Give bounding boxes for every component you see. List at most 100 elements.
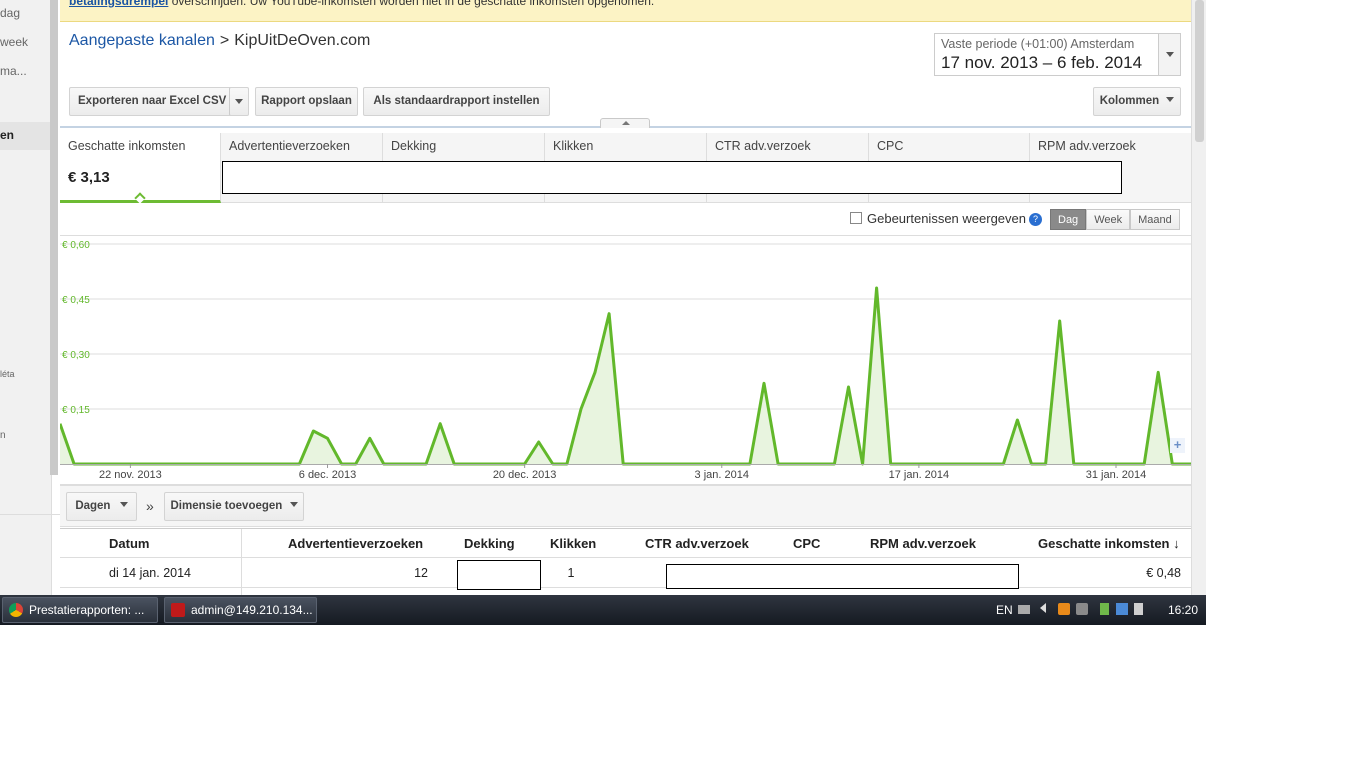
date-range-dropdown-button[interactable]: [1158, 34, 1180, 75]
add-annotation-plus-icon[interactable]: +: [1170, 438, 1185, 453]
date-range-value: 17 nov. 2013 – 6 feb. 2014: [941, 53, 1143, 72]
sidebar-item-day[interactable]: dag: [0, 6, 20, 20]
column-header-cpc[interactable]: CPC: [793, 529, 820, 559]
columns-button[interactable]: Kolommen: [1093, 87, 1181, 116]
taskbar-filezilla-task[interactable]: admin@149.210.134...: [164, 597, 317, 623]
set-default-report-button[interactable]: Als standaardrapport instellen: [363, 87, 550, 116]
y-tick-label: € 0,60: [62, 240, 90, 251]
column-header-earnings[interactable]: Geschatte inkomsten ↓: [1038, 529, 1180, 559]
redacted-metrics-cells-box: [666, 564, 1019, 589]
column-header-coverage[interactable]: Dekking: [464, 529, 515, 559]
earnings-chart-svg: € 0,60 € 0,45 € 0,30 € 0,15 22 nov. 2013 6 de…: [60, 235, 1191, 485]
sidebar-item-leta[interactable]: léta: [0, 369, 15, 379]
show-hidden-icons-icon[interactable]: [1040, 603, 1046, 613]
metrics-row: Geschatte inkomsten € 3,13 Advertentieve…: [60, 133, 1191, 204]
events-label: Gebeurtenissen weergeven: [867, 211, 1026, 226]
y-tick-label: € 0,30: [62, 350, 90, 361]
redacted-metrics-box: [222, 161, 1122, 194]
taskbar-filezilla-label: admin@149.210.134...: [191, 603, 313, 617]
x-tick-label: 17 jan. 2014: [889, 469, 950, 481]
chevron-down-icon: [235, 99, 243, 104]
screen: dag week ma... en léta n betalingsdrempe…: [0, 0, 1206, 625]
sidebar-item-active[interactable]: en: [0, 128, 14, 142]
table-header-row: Datum Advertentieverzoeken Dekking Klikk…: [60, 528, 1191, 559]
metric-label: Klikken: [553, 139, 594, 153]
days-dimension-label: Dagen: [75, 500, 111, 512]
show-events-toggle[interactable]: Gebeurtenissen weergeven?: [850, 211, 1042, 226]
volume-icon[interactable]: [1134, 603, 1143, 615]
selected-metric-indicator: [134, 192, 146, 204]
granularity-toggle: Dag Week Maand: [1050, 209, 1180, 230]
column-header-ctr[interactable]: CTR adv.verzoek: [645, 529, 749, 559]
breadcrumb-parent-link[interactable]: Aangepaste kanalen: [69, 32, 215, 49]
chevron-down-icon: [1166, 52, 1174, 57]
columns-label: Kolommen: [1099, 95, 1160, 107]
column-header-requests[interactable]: Advertentieverzoeken: [288, 529, 423, 559]
export-csv-label: Exporteren naar Excel CSV: [78, 95, 227, 107]
system-tray: EN 16:20: [996, 595, 1206, 625]
tray-app-icon[interactable]: [1058, 603, 1070, 615]
chevron-down-icon: [289, 502, 298, 507]
column-header-rpm[interactable]: RPM adv.verzoek: [870, 529, 976, 559]
sidebar-item-month[interactable]: ma...: [0, 64, 27, 78]
y-tick-label: € 0,45: [62, 295, 90, 306]
dimension-bar: Dagen » Dimensie toevoegen: [60, 485, 1191, 527]
chrome-icon: [9, 603, 23, 617]
metric-label: Geschatte inkomsten: [68, 139, 186, 153]
date-column-divider: [60, 529, 242, 559]
keyboard-icon[interactable]: [1018, 605, 1030, 614]
granularity-month-button[interactable]: Maand: [1130, 209, 1180, 230]
metric-label: Dekking: [391, 139, 437, 153]
cell-requests: 12: [414, 566, 428, 580]
x-tick-label: 31 jan. 2014: [1086, 469, 1147, 481]
chevron-down-icon: [119, 502, 128, 507]
clock[interactable]: 16:20: [1168, 595, 1198, 625]
network-icon[interactable]: [1116, 603, 1128, 615]
metric-label: RPM adv.verzoek: [1038, 139, 1136, 153]
date-range-picker[interactable]: Vaste periode (+01:00) Amsterdam 17 nov.…: [934, 33, 1181, 76]
x-tick-label: 6 dec. 2013: [299, 469, 357, 481]
taskbar-chrome-task[interactable]: Prestatierapporten: ...: [2, 597, 158, 623]
series-area: [60, 288, 1191, 464]
x-tick-label: 20 dec. 2013: [493, 469, 557, 481]
table-row[interactable]: di 14 jan. 2014 12 1 € 0,48: [60, 558, 1191, 588]
notice-link[interactable]: betalingsdrempel: [69, 0, 168, 8]
granularity-week-button[interactable]: Week: [1086, 209, 1131, 230]
add-dimension-label: Dimensie toevoegen: [170, 500, 283, 512]
export-options-dropdown[interactable]: [229, 87, 249, 116]
sidebar-scrollbar[interactable]: [50, 0, 58, 475]
x-tick-label: 3 jan. 2014: [695, 469, 749, 481]
help-icon[interactable]: ?: [1029, 213, 1042, 226]
notice-text: overschrijden. Uw YouTube-inkomsten word…: [168, 0, 655, 8]
metric-estimated-earnings[interactable]: Geschatte inkomsten € 3,13: [60, 133, 221, 204]
sidebar-item-n[interactable]: n: [0, 430, 6, 441]
granularity-day-button[interactable]: Dag: [1050, 209, 1087, 230]
battery-icon[interactable]: [1100, 603, 1109, 615]
tray-mail-icon[interactable]: [1076, 603, 1088, 615]
days-dimension-dropdown[interactable]: Dagen: [66, 492, 137, 521]
column-header-date[interactable]: Datum: [109, 529, 149, 559]
collapse-toolbar-button[interactable]: [600, 118, 650, 128]
metric-value: € 3,13: [68, 169, 110, 186]
chevron-down-icon: [1166, 97, 1175, 102]
export-csv-button[interactable]: Exporteren naar Excel CSV: [69, 87, 235, 116]
breadcrumb-separator: >: [219, 32, 230, 49]
sidebar-divider: [0, 514, 60, 515]
taskbar-chrome-label: Prestatierapporten: ...: [29, 603, 145, 617]
filezilla-icon: [171, 603, 185, 617]
page-scrollbar-thumb[interactable]: [1195, 0, 1204, 142]
add-dimension-dropdown[interactable]: Dimensie toevoegen: [164, 492, 304, 521]
sidebar-item-week[interactable]: week: [0, 35, 28, 49]
column-header-clicks[interactable]: Klikken: [550, 529, 596, 559]
events-checkbox[interactable]: [850, 212, 862, 224]
save-report-button[interactable]: Rapport opslaan: [255, 87, 358, 116]
metric-label: CPC: [877, 139, 904, 153]
metric-label: CTR adv.verzoek: [715, 139, 811, 153]
breadcrumb-current: KipUitDeOven.com: [234, 32, 371, 49]
left-sidebar: dag week ma... en léta n: [0, 0, 52, 595]
language-indicator[interactable]: EN: [996, 595, 1013, 625]
taskbar: Prestatierapporten: ... admin@149.210.13…: [0, 595, 1206, 625]
page-scrollbar[interactable]: [1191, 0, 1206, 595]
cell-clicks: 1: [567, 566, 575, 580]
payment-notice: betalingsdrempel overschrijden. Uw YouTu…: [60, 0, 1191, 22]
